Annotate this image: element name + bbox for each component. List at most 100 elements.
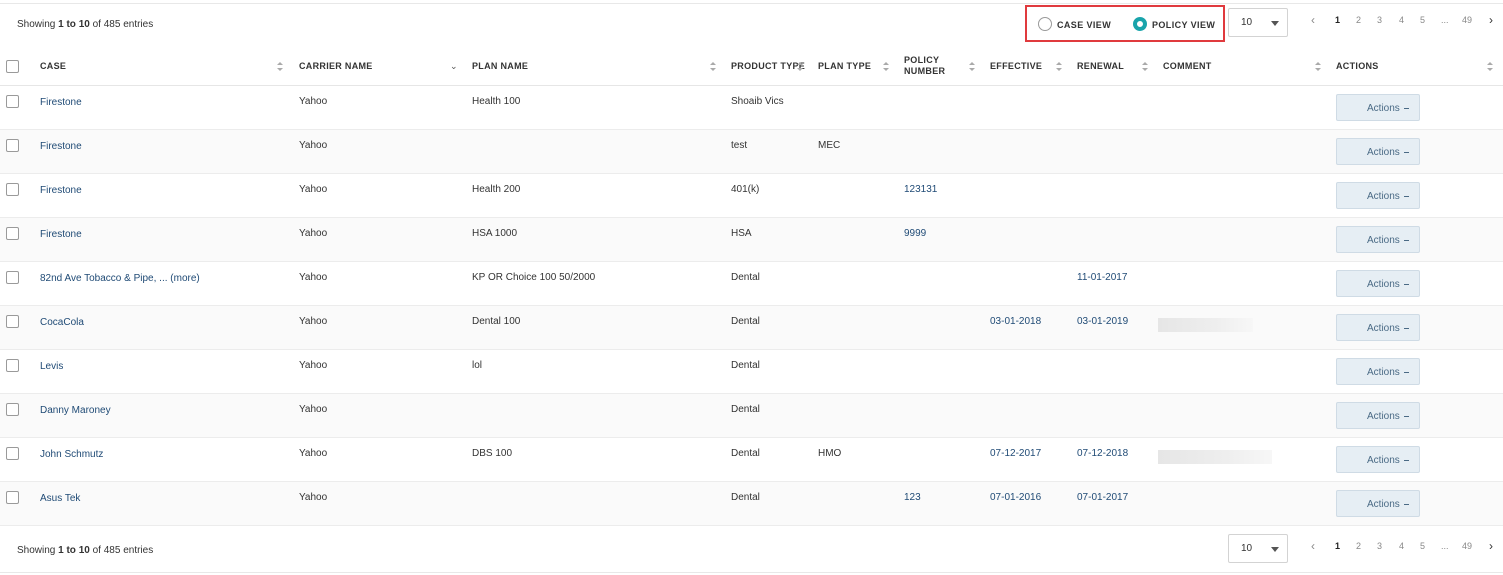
sort-icon[interactable] (277, 62, 283, 72)
table-row: 82nd Ave Tobacco & Pipe, ... (more) Yahoo… (0, 262, 1503, 306)
actions-button[interactable]: Actions (1336, 446, 1420, 473)
cell-case[interactable]: Firestone (40, 141, 82, 152)
column-header-effective[interactable]: EFFECTIVE (990, 61, 1042, 72)
actions-button[interactable]: Actions (1336, 226, 1420, 253)
cell-plan-name: lol (472, 360, 483, 371)
actions-button[interactable]: Actions (1336, 490, 1420, 517)
cell-case[interactable]: Firestone (40, 97, 82, 108)
column-header-carrier-name[interactable]: CARRIER NAME (299, 61, 373, 72)
actions-button[interactable]: Actions (1336, 138, 1420, 165)
page-size-value: 10 (1241, 17, 1253, 28)
actions-button[interactable]: Actions (1336, 94, 1420, 121)
actions-button-label: Actions (1367, 367, 1400, 378)
column-header-product-type[interactable]: PRODUCT TYPE (731, 61, 805, 72)
redacted-comment (1158, 450, 1272, 464)
row-checkbox[interactable] (6, 95, 19, 108)
cell-product-type: test (731, 140, 748, 151)
cell-case[interactable]: 82nd Ave Tobacco & Pipe, ... (more) (40, 273, 200, 284)
entries-info-prefix: Showing (17, 545, 56, 556)
chevron-right-icon[interactable]: › (1489, 13, 1493, 27)
entries-info-top: Showing 1 to 10 of 485 entries (17, 19, 153, 30)
cell-carrier-name: Yahoo (299, 96, 328, 107)
actions-button[interactable]: Actions (1336, 402, 1420, 429)
table-row: Firestone Yahoo Health 200 401(k) 123131 Acti… (0, 174, 1503, 218)
row-checkbox[interactable] (6, 227, 19, 240)
cell-plan-name: DBS 100 (472, 448, 513, 459)
row-checkbox[interactable] (6, 183, 19, 196)
row-checkbox[interactable] (6, 315, 19, 328)
page-link[interactable]: 2 (1356, 541, 1361, 551)
cell-plan-name: HSA 1000 (472, 228, 518, 239)
sort-icon[interactable] (1487, 62, 1493, 72)
column-header-case[interactable]: CASE (40, 61, 66, 72)
dropdown-icon (1404, 284, 1409, 285)
cell-case[interactable]: Firestone (40, 229, 82, 240)
actions-button[interactable]: Actions (1336, 358, 1420, 385)
column-header-actions[interactable]: ACTIONS (1336, 61, 1379, 72)
page-size-select-bottom[interactable]: 10 (1228, 534, 1288, 563)
page-link[interactable]: 2 (1356, 15, 1361, 25)
sort-icon[interactable] (710, 62, 716, 72)
cell-case[interactable]: Levis (40, 361, 63, 372)
dropdown-icon (1404, 108, 1409, 109)
page-link[interactable]: 3 (1377, 15, 1382, 25)
row-checkbox[interactable] (6, 491, 19, 504)
column-header-renewal[interactable]: RENEWAL (1077, 61, 1124, 72)
entries-info-range: 1 to 10 (58, 19, 90, 30)
case-view-radio[interactable] (1038, 17, 1052, 31)
cell-carrier-name: Yahoo (299, 404, 328, 415)
page-link[interactable]: 3 (1377, 541, 1382, 551)
cell-case[interactable]: Asus Tek (40, 493, 80, 504)
page-link[interactable]: 49 (1462, 541, 1472, 551)
policy-view-radio[interactable] (1133, 17, 1147, 31)
dropdown-icon (1404, 372, 1409, 373)
cell-renewal: 11-01-2017 (1077, 272, 1128, 283)
sort-icon[interactable] (883, 62, 889, 72)
select-all-checkbox[interactable] (6, 60, 19, 73)
actions-button[interactable]: Actions (1336, 182, 1420, 209)
column-header-plan-type[interactable]: PLAN TYPE (818, 61, 871, 72)
cell-carrier-name: Yahoo (299, 272, 328, 283)
dropdown-icon (1404, 196, 1409, 197)
page-link[interactable]: 4 (1399, 15, 1404, 25)
chevron-left-icon[interactable]: ‹ (1311, 13, 1315, 27)
page-link[interactable]: 49 (1462, 15, 1472, 25)
sort-icon[interactable] (1315, 62, 1321, 72)
sort-icon[interactable] (969, 62, 975, 72)
page-size-select-top[interactable]: 10 (1228, 8, 1288, 37)
page-link[interactable]: 5 (1420, 15, 1425, 25)
chevron-left-icon[interactable]: ‹ (1311, 539, 1315, 553)
sort-icon[interactable] (797, 62, 803, 72)
row-checkbox[interactable] (6, 447, 19, 460)
page-link[interactable]: 5 (1420, 541, 1425, 551)
actions-button-label: Actions (1367, 191, 1400, 202)
actions-button-label: Actions (1367, 235, 1400, 246)
row-checkbox[interactable] (6, 403, 19, 416)
column-header-plan-name[interactable]: PLAN NAME (472, 61, 528, 72)
row-checkbox[interactable] (6, 359, 19, 372)
actions-button[interactable]: Actions (1336, 270, 1420, 297)
cell-case[interactable]: Danny Maroney (40, 405, 111, 416)
column-header-policy-number[interactable]: POLICY NUMBER (904, 55, 964, 77)
actions-button-label: Actions (1367, 455, 1400, 466)
cell-case[interactable]: CocaCola (40, 317, 84, 328)
chevron-right-icon[interactable]: › (1489, 539, 1493, 553)
cell-product-type: Dental (731, 492, 760, 503)
table-row: John Schmutz Yahoo DBS 100 Dental HMO 07-12-2… (0, 438, 1503, 482)
page-link[interactable]: 4 (1399, 541, 1404, 551)
sort-desc-icon[interactable]: ⌄ (450, 61, 458, 71)
cell-case[interactable]: John Schmutz (40, 449, 103, 460)
sort-icon[interactable] (1142, 62, 1148, 72)
case-view-label[interactable]: CASE VIEW (1057, 20, 1111, 30)
cell-case[interactable]: Firestone (40, 185, 82, 196)
page-link[interactable]: 1 (1335, 15, 1340, 25)
sort-icon[interactable] (1056, 62, 1062, 72)
row-checkbox[interactable] (6, 139, 19, 152)
page-link[interactable]: 1 (1335, 541, 1340, 551)
pagination-ellipsis: ... (1441, 541, 1449, 551)
column-header-comment[interactable]: COMMENT (1163, 61, 1212, 72)
row-checkbox[interactable] (6, 271, 19, 284)
policy-view-label[interactable]: POLICY VIEW (1152, 20, 1215, 30)
cell-product-type: Dental (731, 272, 760, 283)
actions-button[interactable]: Actions (1336, 314, 1420, 341)
